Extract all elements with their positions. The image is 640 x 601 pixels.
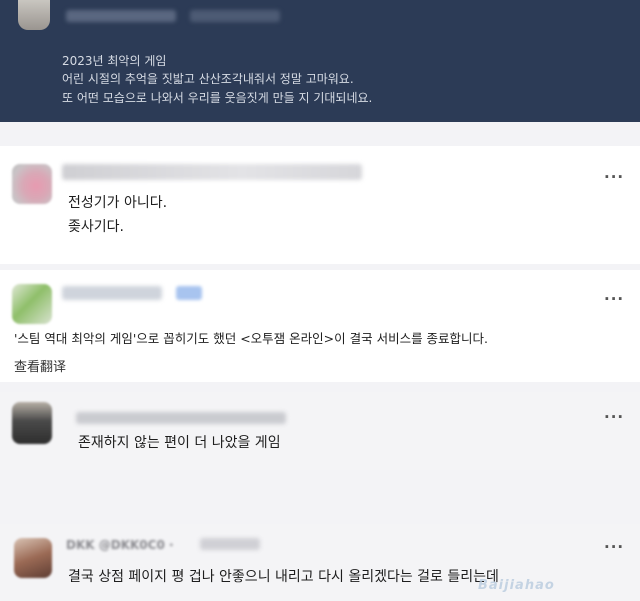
top-post-panel: 2023년 최악의 게임 어린 시절의 추억을 짓밟고 산산조각내줘서 정말 고… <box>0 0 640 122</box>
comment-text: 존재하지 않는 편이 더 나았을 게임 <box>78 435 281 451</box>
blurred-username <box>62 164 362 180</box>
translate-link[interactable]: 查看翻译 <box>14 356 66 375</box>
avatar[interactable] <box>12 284 52 324</box>
comment-text: 좆사기다. <box>68 219 124 235</box>
more-options-button[interactable]: ··· <box>604 538 624 556</box>
avatar[interactable] <box>12 402 52 444</box>
comment-card: ··· '스팀 역대 최악의 게임'으로 꼽히기도 했던 <오투잼 온라인>이 … <box>0 270 640 382</box>
blurred-username <box>66 10 176 22</box>
comment-text: 전성기가 아니다. <box>68 195 168 211</box>
more-options-button[interactable]: ··· <box>604 290 624 308</box>
top-post-line: 또 어떤 모습으로 나와서 우리를 웃음짓게 만들 지 기대되네요. <box>62 91 373 105</box>
more-options-button[interactable]: ··· <box>604 408 624 426</box>
blurred-timestamp <box>200 538 260 550</box>
avatar[interactable] <box>14 538 52 578</box>
comment-handle: DKK @DKK0C0 · <box>66 538 174 552</box>
comment-text: 결국 상점 페이지 평 겁나 안좋으니 내리고 다시 올리겠다는 걸로 들리는데 <box>68 569 499 585</box>
watermark: Baijiahao <box>478 578 555 593</box>
blurred-handle <box>190 10 280 22</box>
blurred-badge <box>176 286 202 300</box>
avatar[interactable] <box>12 164 52 204</box>
top-post-line: 어린 시절의 추억을 짓밟고 산산조각내줘서 정말 고마워요. <box>62 72 354 86</box>
blurred-username <box>62 286 162 300</box>
top-post-line: 2023년 최악의 게임 <box>62 54 167 68</box>
comment-text: '스팀 역대 최악의 게임'으로 꼽히기도 했던 <오투잼 온라인>이 결국 서… <box>14 331 489 346</box>
blurred-username <box>76 412 286 424</box>
avatar[interactable] <box>18 0 50 30</box>
comment-card: ··· 전성기가 아니다. 좆사기다. <box>0 146 640 264</box>
comment-card: ··· 존재하지 않는 편이 더 나았을 게임 <box>0 392 640 470</box>
more-options-button[interactable]: ··· <box>604 168 624 186</box>
